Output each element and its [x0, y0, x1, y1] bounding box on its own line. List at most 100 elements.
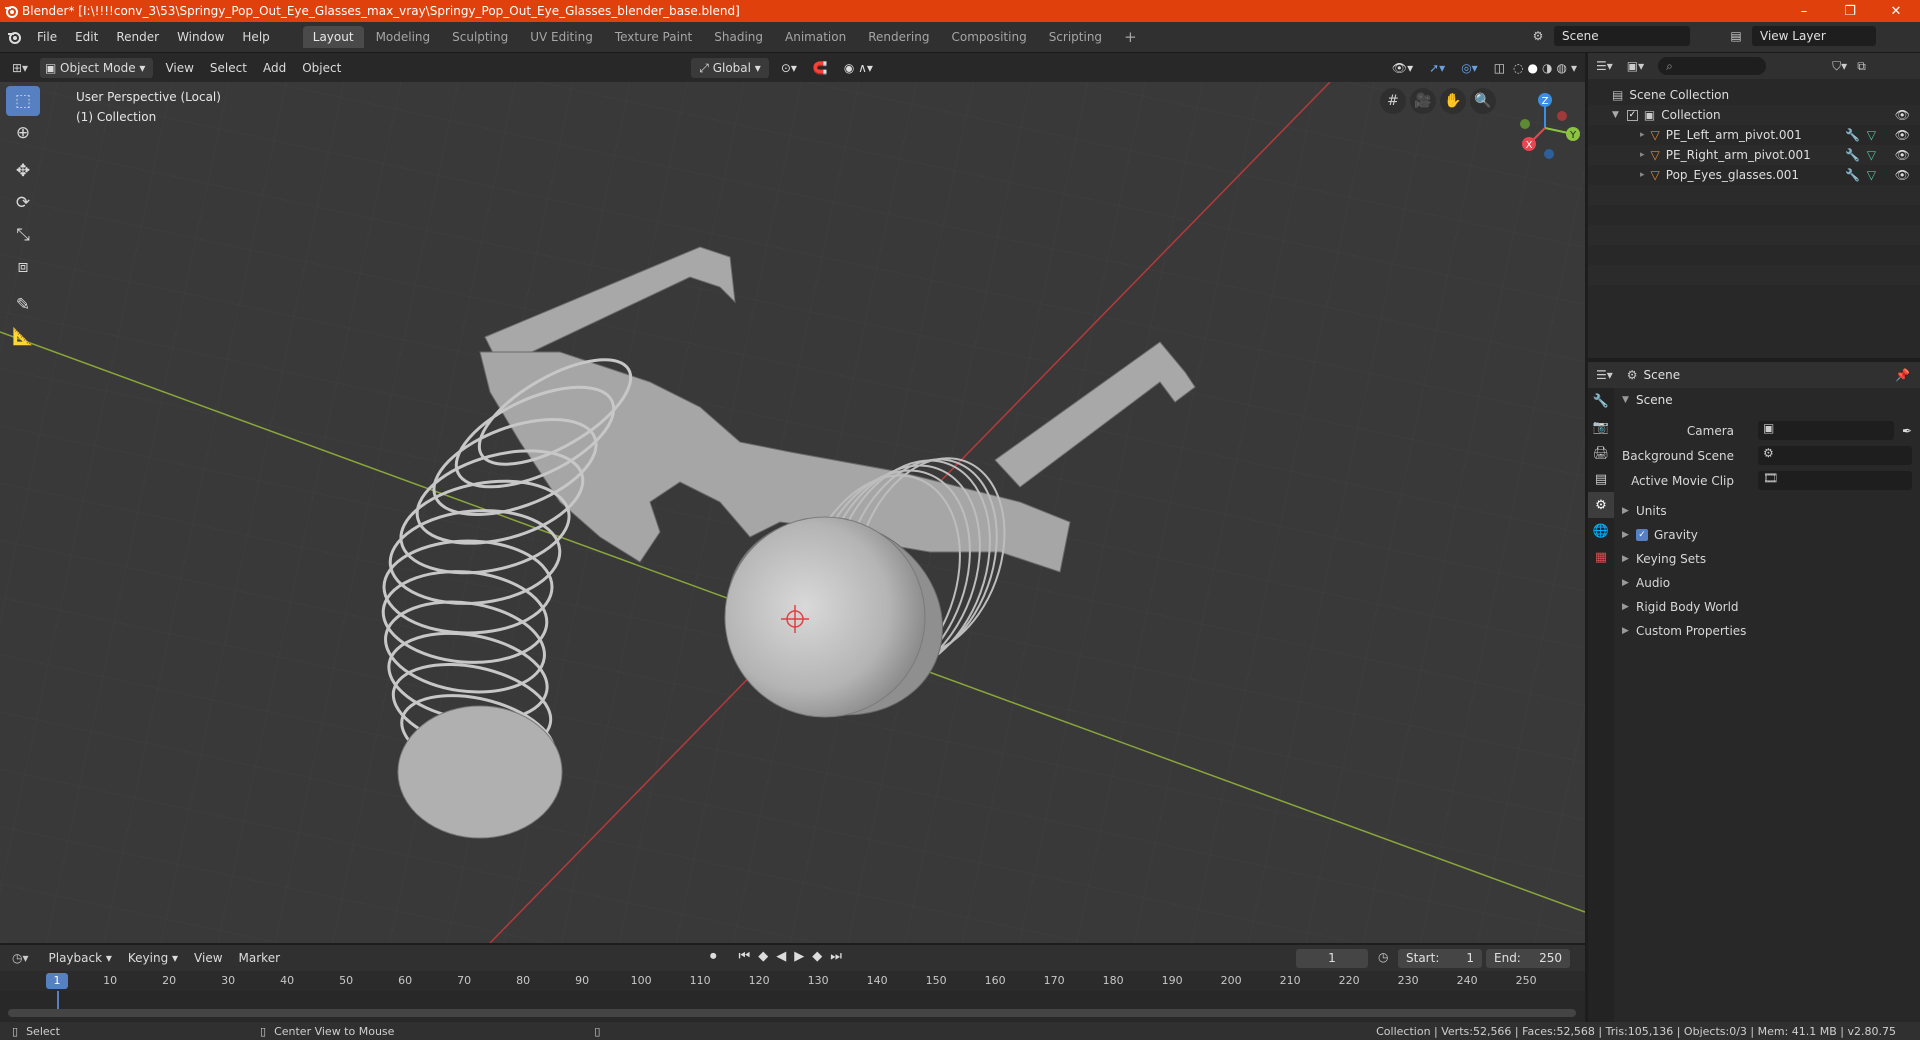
tab-texture-paint[interactable]: Texture Paint [605, 26, 702, 48]
view-layer-selector[interactable]: View Layer [1752, 26, 1876, 46]
snap-icon[interactable]: 🧲 [805, 61, 836, 75]
mesh-data-icon[interactable]: ▽ [1867, 148, 1876, 162]
camera-view-icon[interactable]: 🎥 [1410, 88, 1436, 114]
scene-tab-icon[interactable]: ⚙ [1588, 492, 1614, 518]
tab-animation[interactable]: Animation [775, 26, 856, 48]
texture-tab-icon[interactable]: ▦ [1588, 544, 1614, 570]
gravity-checkbox[interactable]: ✓ [1636, 529, 1648, 541]
tool-tab-icon[interactable]: 🔧 [1588, 388, 1614, 414]
visibility-icon[interactable]: 👁▾ [1384, 61, 1421, 75]
filter-icon[interactable]: ⛉▾ [1832, 59, 1847, 74]
menu-render[interactable]: Render [107, 26, 168, 48]
timeline-menu-playback[interactable]: Playback ▾ [41, 951, 120, 965]
jump-start-icon[interactable]: ⏮ [739, 949, 751, 964]
object-visibility-icon[interactable]: 👁 [1895, 128, 1910, 142]
move-tool-icon[interactable]: ✥ [6, 156, 40, 186]
tab-sculpting[interactable]: Sculpting [442, 26, 518, 48]
outliner-row-object[interactable]: ▸ ▽ Pop_Eyes_glasses.001 🔧 ▽ 👁 [1588, 165, 1920, 185]
custom-properties-panel-header[interactable]: ▶ Custom Properties [1616, 619, 1920, 643]
proportional-edit-icon[interactable]: ◉ ∧▾ [836, 61, 881, 75]
tab-uv-editing[interactable]: UV Editing [520, 26, 603, 48]
timeline-menu-marker[interactable]: Marker [231, 951, 288, 965]
navigation-gizmo[interactable]: Z Y X [1505, 88, 1585, 168]
collection-checkbox[interactable]: ✓ [1626, 109, 1638, 121]
object-mode-dropdown[interactable]: ▣ Object Mode ▾ [40, 57, 154, 78]
outliner-row-scene-collection[interactable]: ▤ Scene Collection [1588, 85, 1920, 105]
frame-ruler[interactable]: 1 10 20 30 40 50 60 70 80 90 100 110 120 130 140 150 160… [0, 971, 1585, 991]
solid-shading-icon[interactable]: ● [1528, 61, 1538, 75]
wireframe-shading-icon[interactable]: ◌ [1513, 61, 1523, 75]
gravity-panel-header[interactable]: ▶ ✓ Gravity [1616, 523, 1920, 547]
menu-help[interactable]: Help [233, 26, 278, 48]
prev-keyframe-icon[interactable]: ◆ [758, 949, 768, 964]
scale-tool-icon[interactable]: ⤡ [6, 220, 40, 250]
use-preview-range-icon[interactable]: ◷ [1378, 950, 1388, 964]
outliner-row-object[interactable]: ▸ ▽ PE_Right_arm_pivot.001 🔧 ▽ 👁 [1588, 145, 1920, 165]
object-visibility-icon[interactable]: 👁 [1895, 148, 1910, 162]
audio-panel-header[interactable]: ▶ Audio [1616, 571, 1920, 595]
timeline-scrollbar[interactable] [8, 1009, 1576, 1017]
orientation-dropdown[interactable]: ⤢ Global ▾ [691, 57, 769, 78]
tab-rendering[interactable]: Rendering [858, 26, 939, 48]
measure-tool-icon[interactable]: 📐 [6, 322, 40, 352]
rigid-body-world-panel-header[interactable]: ▶ Rigid Body World [1616, 595, 1920, 619]
rotate-tool-icon[interactable]: ⟳ [6, 188, 40, 218]
viewport-menu-view[interactable]: View [157, 61, 201, 75]
view-layer-tab-icon[interactable]: ▤ [1588, 466, 1614, 492]
eyedropper-icon[interactable]: ✒ [1902, 424, 1912, 438]
expand-collection-icon[interactable]: ▼ [1612, 110, 1619, 120]
transform-tool-icon[interactable]: ⧈ [6, 252, 40, 282]
camera-field[interactable]: ▣ [1758, 421, 1894, 440]
menu-file[interactable]: File [28, 26, 66, 48]
rendered-shading-icon[interactable]: ◍ [1556, 61, 1566, 75]
overlay-toggle-icon[interactable]: ◎▾ [1453, 61, 1486, 75]
current-frame-field[interactable]: 1 [1296, 949, 1368, 968]
add-workspace-button[interactable]: + [1114, 26, 1147, 48]
viewport-menu-add[interactable]: Add [255, 61, 294, 75]
tab-scripting[interactable]: Scripting [1039, 26, 1112, 48]
tab-modeling[interactable]: Modeling [366, 26, 441, 48]
end-frame-field[interactable]: End: 250 [1486, 949, 1570, 968]
background-scene-field[interactable]: ⚙ [1758, 446, 1912, 465]
viewport-menu-select[interactable]: Select [202, 61, 255, 75]
xray-icon[interactable]: ◫ [1486, 61, 1513, 75]
output-tab-icon[interactable]: 🖨 [1588, 440, 1614, 466]
modifier-icon[interactable]: 🔧 [1845, 148, 1860, 162]
object-visibility-icon[interactable]: 👁 [1895, 168, 1910, 182]
scene-panel-header[interactable]: ▼ Scene [1616, 388, 1920, 412]
scene-selector[interactable]: Scene [1554, 26, 1690, 46]
start-frame-field[interactable]: Start: 1 [1398, 949, 1482, 968]
shading-options-icon[interactable]: ▾ [1571, 61, 1577, 75]
expand-object-icon[interactable]: ▸ [1640, 170, 1645, 180]
active-movie-clip-field[interactable]: 🎞 [1758, 471, 1912, 490]
pivot-icon[interactable]: ⊙▾ [773, 61, 805, 75]
scene-type-icon[interactable]: ⚙ [1524, 26, 1552, 46]
properties-editor-icon[interactable]: ☰▾ [1596, 368, 1613, 382]
tab-shading[interactable]: Shading [704, 26, 773, 48]
timeline-editor-icon[interactable]: ◷▾ [12, 951, 29, 965]
outliner-editor-icon[interactable]: ☰▾ [1596, 59, 1613, 73]
modifier-icon[interactable]: 🔧 [1845, 128, 1860, 142]
viewport-3d[interactable]: ⬚ ⊕ ✥ ⟳ ⤡ ⧈ ✎ 📐 User Perspective (Local)… [0, 82, 1585, 943]
material-shading-icon[interactable]: ◑ [1542, 61, 1552, 75]
outliner-search-input[interactable]: ⌕ [1658, 57, 1767, 75]
outliner-row-collection[interactable]: ▼ ✓ ▣ Collection 👁 [1588, 105, 1920, 125]
render-tab-icon[interactable]: 📷 [1588, 414, 1614, 440]
menu-edit[interactable]: Edit [66, 26, 107, 48]
select-box-tool-icon[interactable]: ⬚ [6, 86, 40, 116]
annotate-tool-icon[interactable]: ✎ [6, 290, 40, 320]
mesh-data-icon[interactable]: ▽ [1867, 128, 1876, 142]
zoom-view-icon[interactable]: 🔍 [1470, 88, 1496, 114]
view-layer-icon[interactable]: ▤ [1722, 26, 1750, 46]
timeline-menu-keying[interactable]: Keying ▾ [120, 951, 186, 965]
record-icon[interactable]: ⏺ [710, 949, 717, 964]
blender-menu-icon[interactable] [0, 30, 28, 44]
grid-view-icon[interactable]: # [1380, 88, 1406, 114]
world-tab-icon[interactable]: 🌐 [1588, 518, 1614, 544]
jump-end-icon[interactable]: ⏭ [830, 949, 842, 964]
collection-visibility-icon[interactable]: 👁 [1895, 108, 1910, 122]
units-panel-header[interactable]: ▶ Units [1616, 499, 1920, 523]
new-collection-icon[interactable]: ⧉ [1857, 59, 1866, 74]
mesh-data-icon[interactable]: ▽ [1867, 168, 1876, 182]
play-icon[interactable]: ▶ [794, 949, 804, 964]
